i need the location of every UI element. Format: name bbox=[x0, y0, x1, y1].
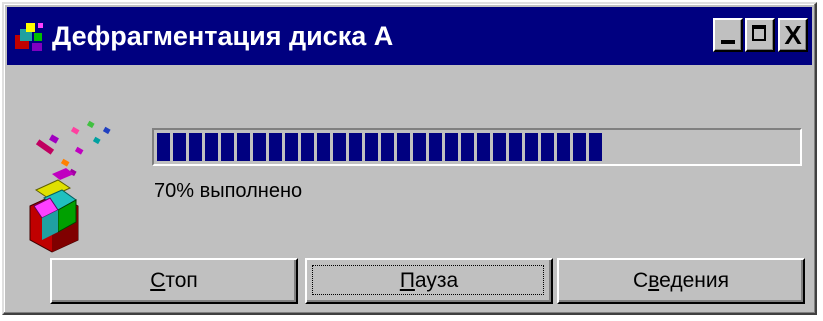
defrag-icon[interactable] bbox=[10, 17, 48, 55]
progress-block bbox=[285, 133, 298, 161]
progress-block bbox=[525, 133, 538, 161]
details-button-label: Сведения bbox=[633, 269, 729, 292]
progress-block bbox=[477, 133, 490, 161]
mnemonic-letter: в bbox=[648, 269, 660, 292]
progress-status-text: 70% выполнено bbox=[154, 180, 303, 202]
pause-button-label: Пауза bbox=[399, 269, 459, 292]
details-button[interactable]: Сведения bbox=[557, 258, 805, 304]
progress-block bbox=[509, 133, 522, 161]
progress-block bbox=[381, 133, 394, 161]
block-stack bbox=[29, 168, 79, 253]
mnemonic-letter: С bbox=[150, 269, 166, 292]
progress-block bbox=[317, 133, 330, 161]
maximize-icon[interactable] bbox=[745, 18, 775, 52]
progress-block bbox=[445, 133, 458, 161]
progress-block bbox=[173, 133, 186, 161]
progress-bar bbox=[152, 128, 802, 166]
progress-block bbox=[269, 133, 282, 161]
window-controls: X bbox=[711, 18, 808, 52]
progress-block bbox=[349, 133, 362, 161]
progress-block bbox=[301, 133, 314, 161]
progress-block bbox=[461, 133, 474, 161]
progress-block bbox=[541, 133, 554, 161]
progress-block bbox=[397, 133, 410, 161]
close-icon[interactable]: X bbox=[778, 18, 808, 52]
progress-block bbox=[237, 133, 250, 161]
progress-block bbox=[557, 133, 570, 161]
minimize-icon[interactable] bbox=[713, 18, 743, 52]
progress-block bbox=[189, 133, 202, 161]
progress-block bbox=[253, 133, 266, 161]
progress-block bbox=[413, 133, 426, 161]
progress-block bbox=[221, 133, 234, 161]
mnemonic-letter: П bbox=[399, 269, 415, 292]
progress-block bbox=[589, 133, 602, 161]
defrag-window: Дефрагментация диска А X 70% выполнено С… bbox=[2, 2, 817, 315]
defrag-illustration-icon bbox=[29, 120, 111, 253]
stop-button-label: Стоп bbox=[150, 269, 198, 292]
progress-block bbox=[205, 133, 218, 161]
progress-block bbox=[429, 133, 442, 161]
pause-button[interactable]: Пауза bbox=[305, 258, 553, 304]
window-title: Дефрагментация диска А bbox=[52, 20, 394, 51]
progress-fill bbox=[157, 133, 797, 161]
progress-block bbox=[365, 133, 378, 161]
progress-block bbox=[493, 133, 506, 161]
progress-block bbox=[157, 133, 170, 161]
title-bar[interactable]: Дефрагментация диска А X bbox=[7, 7, 812, 65]
progress-block bbox=[573, 133, 586, 161]
progress-block bbox=[333, 133, 346, 161]
fragment-pieces bbox=[35, 120, 111, 177]
stop-button[interactable]: Стоп bbox=[50, 258, 298, 304]
